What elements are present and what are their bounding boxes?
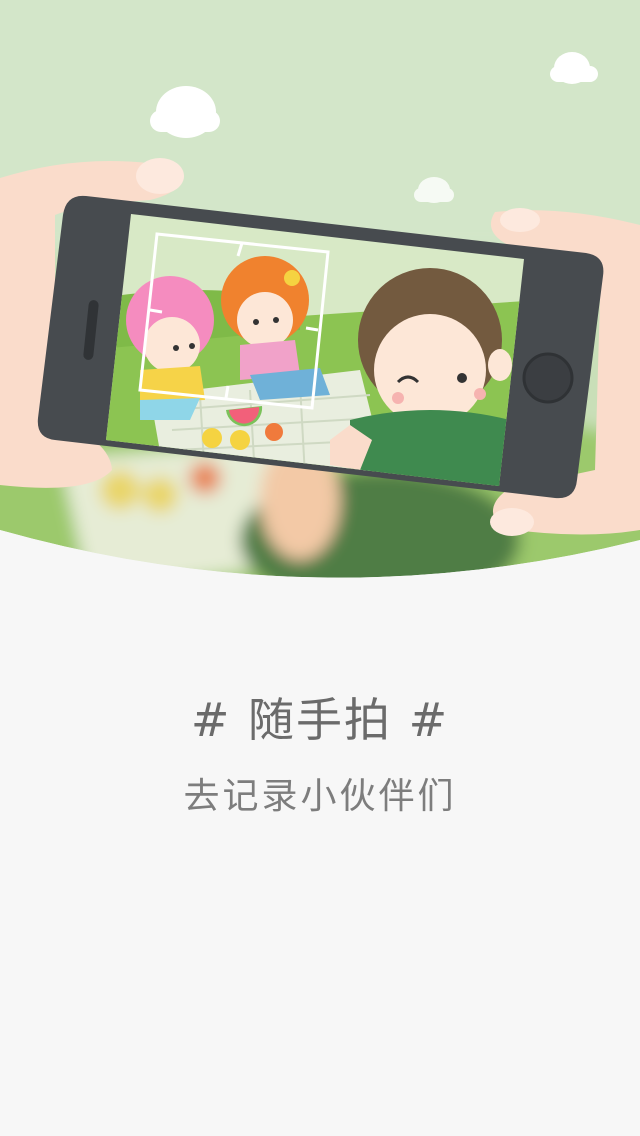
intro-text-block: # 随手拍 # 去记录小伙伴们 — [0, 690, 640, 822]
hero-illustration — [0, 0, 640, 600]
home-button-icon — [522, 352, 574, 404]
intro-title: # 随手拍 # — [190, 693, 450, 747]
intro-subtitle: 去记录小伙伴们 — [183, 776, 457, 817]
